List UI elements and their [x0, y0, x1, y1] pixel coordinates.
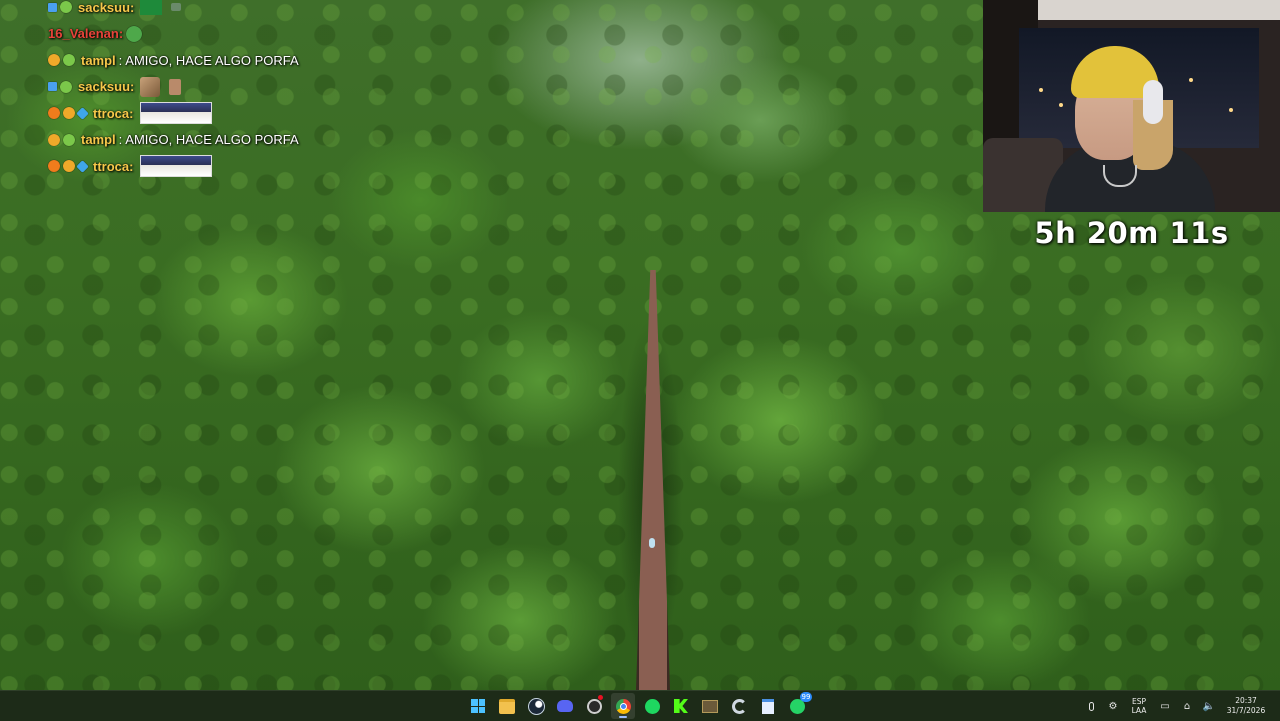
taskbar-spotify[interactable] [640, 693, 664, 719]
taskbar-whatsapp[interactable]: 99 [785, 692, 812, 719]
small-emote-icon [140, 76, 161, 97]
moderator-badge-icon [48, 82, 57, 92]
subscriber-badge-icon [63, 54, 75, 67]
chat-text: AMIGO, HACE ALGO PORFA [125, 132, 299, 148]
chat-separator: : [118, 132, 123, 148]
taskbar-file-explorer[interactable] [495, 693, 519, 719]
kick-icon [674, 699, 688, 713]
chat-message: tampl : AMIGO, HACE ALGO PORFA [48, 127, 368, 154]
game-icon [702, 699, 718, 713]
chat-username: tampl [81, 132, 116, 148]
chat-separator: : [118, 52, 123, 68]
windows-start-icon [471, 699, 485, 713]
settings-tray-button[interactable]: ⚙ [1102, 691, 1124, 721]
chat-message: 16_Valenan: [48, 21, 368, 48]
clock-date: 31/7/2026 [1226, 706, 1266, 715]
microphone-tray-button[interactable] [1080, 691, 1102, 721]
webcam-overlay [983, 0, 1280, 212]
emote-icon [171, 3, 182, 12]
recording-indicator-icon [598, 695, 603, 700]
face-emote-icon [140, 102, 213, 125]
notepad-icon [762, 698, 774, 714]
subscriber-badge-icon [63, 133, 75, 146]
gold-badge-icon [63, 160, 75, 173]
gold-badge-icon [48, 54, 60, 67]
steam-icon [527, 697, 545, 715]
taskbar-apps: 99 [466, 691, 812, 721]
chat-username: sacksuu: [78, 79, 135, 95]
chat-username: tampl [81, 52, 116, 68]
chat-message: sacksuu: [48, 74, 368, 101]
speaker-icon: 🔈 [1202, 700, 1216, 712]
start-button[interactable] [466, 693, 490, 719]
clock-time: 20:37 [1235, 696, 1257, 705]
language-code: ESP [1131, 697, 1147, 706]
network-icon: ⌂ [1183, 700, 1191, 712]
blue-badge-icon [76, 106, 89, 120]
microphone-icon [1088, 701, 1094, 711]
chat-message: sacksuu: [48, 0, 368, 21]
chat-username: 16_Valenan: [48, 26, 124, 42]
notification-badge: 99 [800, 692, 812, 702]
volume-tray-button[interactable]: 🔈 [1198, 691, 1220, 721]
taskbar-chrome[interactable] [611, 693, 635, 719]
system-tray: ⚙ ESP LAA ▭ ⌂ 🔈 20:37 31/7/2026 [1080, 691, 1280, 721]
face-emote-icon [140, 155, 213, 178]
taskbar: 99 ⚙ ESP LAA ▭ ⌂ 🔈 20:37 31/7/2026 [0, 690, 1280, 721]
chat-message: ttroca: [48, 153, 368, 180]
chat-message: ttroca: [48, 100, 368, 127]
taskbar-game[interactable] [698, 693, 722, 719]
stream-uptime-timer: 5h 20m 11s [1034, 216, 1229, 250]
walker-figure [649, 538, 655, 548]
taskbar-ccleaner[interactable] [727, 693, 751, 719]
chat-username: sacksuu: [78, 0, 135, 15]
folder-icon [499, 698, 515, 714]
orange-badge-icon [48, 160, 60, 173]
subscriber-badge-icon [60, 80, 72, 93]
gear-icon: ⚙ [1108, 700, 1118, 712]
taskbar-obs[interactable] [582, 693, 606, 719]
moderator-badge-icon [48, 2, 57, 12]
spotify-icon [644, 698, 660, 714]
green-emote-icon [140, 0, 163, 16]
discord-icon [557, 700, 573, 712]
language-indicator[interactable]: ESP LAA [1124, 697, 1154, 715]
chrome-icon [615, 698, 631, 714]
headphones-icon [1143, 80, 1163, 124]
gold-badge-icon [48, 133, 60, 146]
network-tray-button[interactable]: ⌂ [1176, 691, 1198, 721]
gold-badge-icon [63, 107, 75, 120]
keyboard-layout: LAA [1131, 706, 1147, 715]
obs-icon [586, 698, 602, 714]
emote-icon [169, 78, 182, 95]
battery-icon: ▭ [1160, 700, 1170, 712]
orange-badge-icon [48, 107, 60, 120]
taskbar-notepad[interactable] [756, 693, 780, 719]
chat-overlay: sacksuu: 16_Valenan: tampl : AMIGO, HACE… [48, 0, 368, 180]
emote-icon [126, 25, 143, 42]
chat-username: ttroca: [93, 158, 134, 174]
ccleaner-icon [731, 698, 747, 714]
subscriber-badge-icon [60, 1, 72, 14]
taskbar-discord[interactable] [553, 693, 577, 719]
chat-text: AMIGO, HACE ALGO PORFA [125, 52, 299, 68]
battery-tray-button[interactable]: ▭ [1154, 691, 1176, 721]
clock[interactable]: 20:37 31/7/2026 [1220, 696, 1272, 716]
taskbar-kick[interactable] [669, 693, 693, 719]
chat-username: ttroca: [93, 105, 134, 121]
blue-badge-icon [76, 159, 89, 173]
chat-message: tampl : AMIGO, HACE ALGO PORFA [48, 47, 368, 74]
taskbar-steam[interactable] [524, 693, 548, 719]
